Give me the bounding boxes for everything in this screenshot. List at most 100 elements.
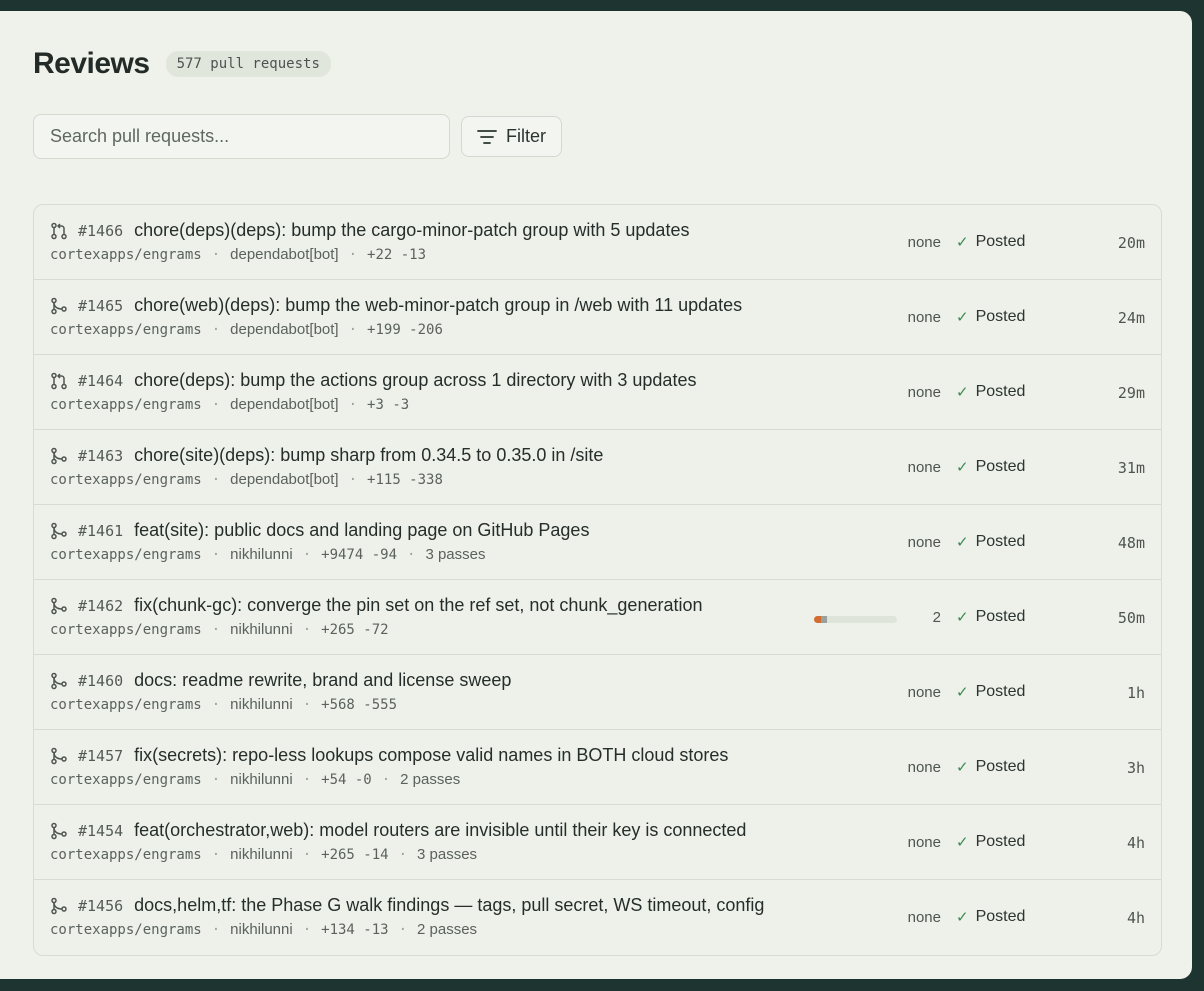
pr-number: #1462	[78, 596, 124, 615]
pr-diff-stats: +115 -338	[367, 471, 443, 488]
pr-meta-line: cortexapps/engrams · dependabot[bot] · +…	[50, 471, 443, 488]
pr-number: #1456	[78, 896, 124, 915]
toolbar: Filter	[33, 114, 562, 159]
pull-request-merged-icon	[50, 522, 68, 540]
pr-diff-stats: +134 -13	[321, 921, 389, 938]
pr-status-label: Posted	[975, 533, 1026, 550]
pr-author[interactable]: nikhilunni	[230, 621, 293, 638]
search-input[interactable]	[33, 114, 450, 159]
pr-title[interactable]: chore(deps)(deps): bump the cargo-minor-…	[134, 220, 689, 241]
pr-repo[interactable]: cortexapps/engrams	[50, 847, 202, 863]
pr-author[interactable]: dependabot[bot]	[230, 396, 338, 413]
pr-title[interactable]: feat(site): public docs and landing page…	[134, 520, 589, 541]
pr-author[interactable]: nikhilunni	[230, 846, 293, 863]
separator-dot: ·	[211, 471, 221, 488]
pr-repo[interactable]: cortexapps/engrams	[50, 622, 202, 638]
pull-request-row[interactable]: #1457 fix(secrets): repo-less lookups co…	[34, 730, 1161, 805]
filter-icon	[477, 129, 497, 144]
pull-request-row[interactable]: #1460 docs: readme rewrite, brand and li…	[34, 655, 1161, 730]
pr-status: ✓ Posted	[956, 383, 1025, 401]
pr-title-line: #1466 chore(deps)(deps): bump the cargo-…	[50, 220, 689, 241]
pull-request-row[interactable]: #1456 docs,helm,tf: the Phase G walk fin…	[34, 880, 1161, 955]
pull-request-merged-icon	[50, 447, 68, 465]
pr-number: #1463	[78, 446, 124, 465]
pr-age: 3h	[1126, 759, 1145, 777]
pr-title-line: #1461 feat(site): public docs and landin…	[50, 520, 589, 541]
pr-repo[interactable]: cortexapps/engrams	[50, 547, 202, 563]
separator-dot: ·	[211, 546, 221, 563]
separator-dot: ·	[348, 471, 358, 488]
pr-author[interactable]: nikhilunni	[230, 546, 293, 563]
pr-author[interactable]: nikhilunni	[230, 921, 293, 938]
check-icon: ✓	[956, 234, 969, 251]
check-icon: ✓	[956, 834, 969, 851]
pr-status: ✓ Posted	[956, 908, 1025, 926]
pull-request-merged-icon	[50, 822, 68, 840]
pr-title[interactable]: fix(chunk-gc): converge the pin set on t…	[134, 595, 702, 616]
pr-number: #1461	[78, 521, 124, 540]
pr-meta-line: cortexapps/engrams · nikhilunni · +9474 …	[50, 546, 485, 563]
pr-author[interactable]: dependabot[bot]	[230, 321, 338, 338]
reviews-window: Reviews 577 pull requests Filter #1466 c…	[0, 11, 1192, 979]
pr-diff-stats: +568 -555	[321, 696, 397, 713]
separator-dot: ·	[211, 846, 221, 863]
separator-dot: ·	[381, 771, 391, 788]
pr-status: ✓ Posted	[956, 758, 1025, 776]
pr-title-line: #1460 docs: readme rewrite, brand and li…	[50, 670, 511, 691]
pr-repo[interactable]: cortexapps/engrams	[50, 322, 202, 338]
pr-status-label: Posted	[975, 908, 1026, 925]
pr-age: 48m	[1117, 534, 1145, 552]
check-icon: ✓	[956, 609, 969, 626]
pr-meta-line: cortexapps/engrams · nikhilunni · +54 -0…	[50, 771, 460, 788]
pr-number: #1465	[78, 296, 124, 315]
pr-diff-stats: +22 -13	[367, 246, 427, 263]
pr-status-label: Posted	[975, 458, 1026, 475]
separator-dot: ·	[302, 921, 312, 938]
pull-request-row[interactable]: #1454 feat(orchestrator,web): model rout…	[34, 805, 1161, 880]
pr-repo[interactable]: cortexapps/engrams	[50, 772, 202, 788]
separator-dot: ·	[302, 771, 312, 788]
separator-dot: ·	[348, 396, 358, 413]
pr-repo[interactable]: cortexapps/engrams	[50, 922, 202, 938]
pr-title[interactable]: chore(deps): bump the actions group acro…	[134, 370, 696, 391]
pr-meta-line: cortexapps/engrams · nikhilunni · +265 -…	[50, 846, 477, 863]
pull-request-row[interactable]: #1462 fix(chunk-gc): converge the pin se…	[34, 580, 1161, 655]
pull-request-row[interactable]: #1464 chore(deps): bump the actions grou…	[34, 355, 1161, 430]
pr-title[interactable]: fix(secrets): repo-less lookups compose …	[134, 745, 728, 766]
separator-dot: ·	[302, 846, 312, 863]
separator-dot: ·	[211, 771, 221, 788]
pr-title[interactable]: docs: readme rewrite, brand and license …	[134, 670, 511, 691]
filter-button[interactable]: Filter	[461, 116, 562, 157]
pr-repo[interactable]: cortexapps/engrams	[50, 397, 202, 413]
pr-meta-line: cortexapps/engrams · dependabot[bot] · +…	[50, 321, 443, 338]
separator-dot: ·	[348, 246, 358, 263]
pr-title[interactable]: docs,helm,tf: the Phase G walk findings …	[134, 895, 764, 916]
pull-request-list: #1466 chore(deps)(deps): bump the cargo-…	[33, 204, 1162, 956]
separator-dot: ·	[302, 696, 312, 713]
pr-title[interactable]: feat(orchestrator,web): model routers ar…	[134, 820, 746, 841]
pr-status: ✓ Posted	[956, 533, 1025, 551]
pr-author[interactable]: nikhilunni	[230, 771, 293, 788]
pr-title[interactable]: chore(web)(deps): bump the web-minor-pat…	[134, 295, 742, 316]
pull-request-row[interactable]: #1466 chore(deps)(deps): bump the cargo-…	[34, 205, 1161, 280]
pr-status-label: Posted	[975, 833, 1026, 850]
pr-meta-line: cortexapps/engrams · nikhilunni · +134 -…	[50, 921, 477, 938]
pr-title[interactable]: chore(site)(deps): bump sharp from 0.34.…	[134, 445, 603, 466]
pull-request-row[interactable]: #1461 feat(site): public docs and landin…	[34, 505, 1161, 580]
pr-status-label: Posted	[975, 683, 1026, 700]
pull-request-row[interactable]: #1463 chore(site)(deps): bump sharp from…	[34, 430, 1161, 505]
pr-author[interactable]: dependabot[bot]	[230, 471, 338, 488]
pull-request-row[interactable]: #1465 chore(web)(deps): bump the web-min…	[34, 280, 1161, 355]
pr-status: ✓ Posted	[956, 833, 1025, 851]
pr-age: 50m	[1117, 609, 1145, 627]
pr-repo[interactable]: cortexapps/engrams	[50, 472, 202, 488]
pr-status: ✓ Posted	[956, 608, 1025, 626]
pr-status-label: Posted	[975, 608, 1026, 625]
pr-author[interactable]: nikhilunni	[230, 696, 293, 713]
pr-repo[interactable]: cortexapps/engrams	[50, 697, 202, 713]
pull-request-open-icon	[50, 372, 68, 390]
pr-title-line: #1463 chore(site)(deps): bump sharp from…	[50, 445, 603, 466]
pr-repo[interactable]: cortexapps/engrams	[50, 247, 202, 263]
pr-author[interactable]: dependabot[bot]	[230, 246, 338, 263]
separator-dot: ·	[302, 621, 312, 638]
